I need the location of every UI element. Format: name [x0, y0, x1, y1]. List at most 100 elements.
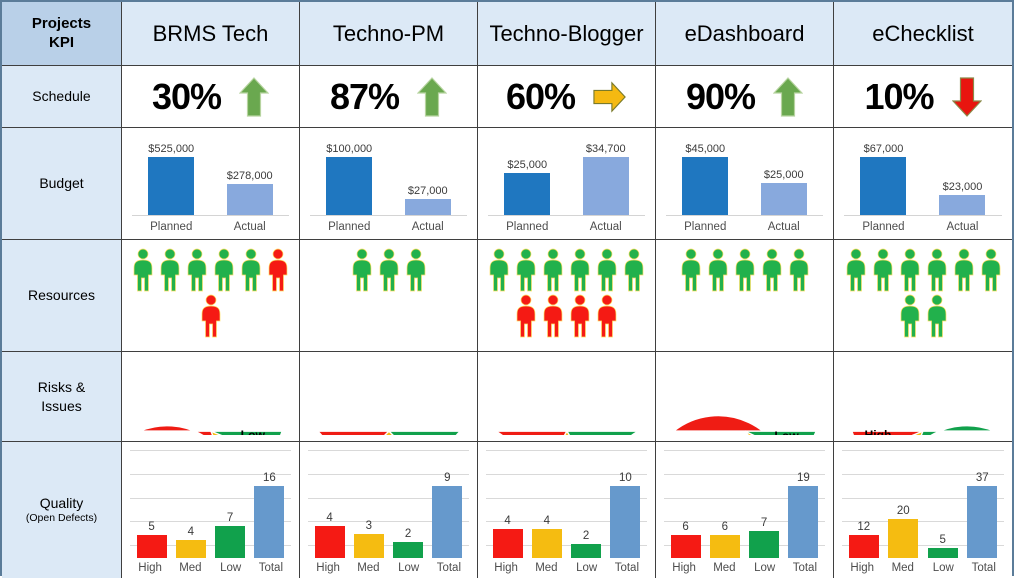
budget-column: $45,000 [672, 136, 738, 215]
person-icon-green [570, 248, 590, 292]
person-icon-red [543, 294, 563, 338]
quality-column-med: 6 [708, 450, 743, 558]
arrow-up-green-icon [773, 76, 804, 117]
row-label-sublabel: (Open Defects) [25, 512, 98, 525]
quality-column-total: 10 [608, 450, 643, 558]
quality-column-high: 4 [490, 450, 525, 558]
budget-axis: Planned Actual [844, 216, 1002, 233]
budget-cell-2: $25,000 $34,700 Planned Actual [478, 128, 656, 240]
arrow-up-green-icon [239, 76, 270, 117]
quality-value-label: 4 [326, 512, 333, 524]
quality-bar-high [670, 535, 701, 558]
budget-plot: $25,000 $34,700 [488, 136, 645, 216]
column-header-brms-tech: BRMS Tech [122, 2, 300, 66]
schedule-percent: 60% [505, 75, 576, 117]
person-icon-green [927, 294, 946, 338]
schedule-percent: 10% [864, 75, 934, 117]
quality-axis-label: Low [576, 562, 598, 574]
quality-axis-label: Med [357, 562, 380, 574]
column-header-label: eDashboard [684, 20, 805, 46]
quality-value-label: 37 [975, 472, 989, 484]
quality-axis-label: Total [436, 562, 462, 574]
risk-slice-label: Low, [774, 429, 801, 435]
quality-bar-total [610, 486, 641, 558]
quality-value-label: 20 [896, 505, 910, 517]
dashboard-title-line2: KPI [48, 33, 74, 51]
budget-value-label: $25,000 [763, 169, 804, 181]
budget-bar-planned [860, 157, 907, 215]
budget-column: $23,000 [929, 136, 995, 215]
quality-axis-label: Med [179, 562, 202, 574]
quality-value-label: 3 [365, 520, 373, 532]
quality-value-label: 16 [262, 472, 276, 484]
budget-column: $100,000 [316, 136, 382, 215]
person-icon-green [133, 248, 153, 292]
person-icon-green [681, 248, 700, 292]
budget-axis-label: Planned [150, 221, 193, 233]
quality-axis-label: Low [754, 562, 776, 574]
quality-bar-med [531, 529, 562, 558]
budget-value-label: $23,000 [942, 181, 983, 193]
quality-bar-total [788, 486, 819, 558]
arrow-up-green-icon [417, 76, 448, 117]
risk-slice-label: High, [864, 428, 894, 435]
schedule-cell-3: 90% [656, 66, 834, 128]
budget-plot: $67,000 $23,000 [844, 136, 1002, 216]
person-icon-green [160, 248, 180, 292]
quality-bar-total [967, 486, 998, 558]
budget-axis-label: Actual [767, 221, 800, 233]
quality-axis-label: Total [258, 562, 284, 574]
person-icon-red [570, 294, 590, 338]
budget-value-label: $278,000 [226, 170, 273, 182]
quality-value-label: 2 [404, 528, 412, 540]
quality-bar-high [848, 535, 879, 558]
quality-value-label: 2 [582, 530, 590, 542]
quality-value-label: 10 [618, 472, 632, 484]
risks-cell-2: High,1Med,1Low,1 [478, 352, 656, 442]
quality-axis-label: Med [535, 562, 558, 574]
quality-bar-total [254, 486, 285, 558]
schedule-cell-1: 87% [300, 66, 478, 128]
budget-axis: Planned Actual [310, 216, 467, 233]
budget-column: $25,000 [751, 136, 817, 215]
column-header-echecklist: eChecklist [834, 2, 1012, 66]
column-header-techno-blogger: Techno-Blogger [478, 2, 656, 66]
quality-column-med: 20 [886, 450, 921, 558]
budget-axis-label: Planned [684, 221, 727, 233]
quality-plot: 5 4 7 16 [130, 450, 291, 558]
quality-axis-label: Med [891, 562, 914, 574]
budget-axis: Planned Actual [488, 216, 645, 233]
column-header-label: Techno-Blogger [489, 20, 644, 46]
budget-axis-label: Actual [589, 221, 622, 233]
quality-axis-label: High [850, 562, 875, 574]
person-icon-green [516, 248, 536, 292]
quality-column-med: 4 [530, 450, 565, 558]
quality-bar-low [927, 548, 958, 558]
row-label-resources: Resources [2, 240, 122, 352]
quality-column-low: 7 [747, 450, 782, 558]
quality-value-label: 6 [682, 521, 689, 533]
person-icon-green [708, 248, 727, 292]
person-icon-red [597, 294, 617, 338]
person-icon-green [981, 248, 1000, 292]
quality-cell-3: 6 6 7 19 High Med Low Total [656, 442, 834, 578]
row-label-text: Resources [28, 287, 95, 304]
quality-bar-high [136, 535, 167, 558]
person-icon-green [241, 248, 261, 292]
quality-column-med: 4 [174, 450, 209, 558]
person-icon-green [214, 248, 234, 292]
budget-cell-1: $100,000 $27,000 Planned Actual [300, 128, 478, 240]
quality-column-total: 16 [252, 450, 287, 558]
resources-cell-1 [300, 240, 478, 352]
person-icon-green [597, 248, 617, 292]
quality-axis-label: Total [971, 562, 996, 574]
quality-column-low: 7 [213, 450, 248, 558]
risk-half-pie: High,5Med,2Low,1 [138, 424, 283, 435]
quality-value-label: 5 [148, 521, 155, 533]
row-label-budget: Budget [2, 128, 122, 240]
quality-column-low: 2 [391, 450, 426, 558]
budget-bar-actual [760, 183, 807, 215]
risk-half-pie: High,1Med,1Low,1 [492, 429, 641, 435]
quality-plot: 4 4 2 10 [486, 450, 647, 558]
quality-axis-label: Low [398, 562, 420, 574]
